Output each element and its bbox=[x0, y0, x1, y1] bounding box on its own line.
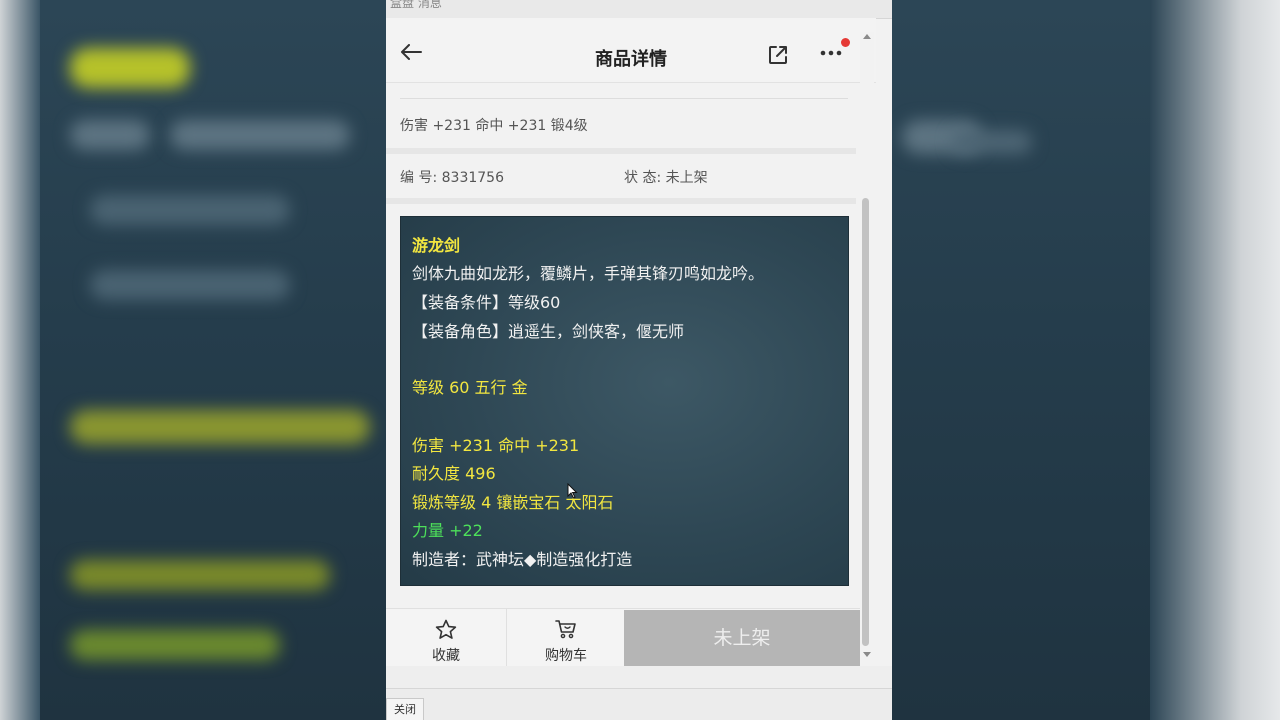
equip-requirement: 【装备条件】等级60 bbox=[412, 293, 561, 312]
window-footer: 关闭 bbox=[386, 688, 892, 720]
bg-blob bbox=[70, 120, 150, 150]
stats-card: 伤害 +231 命中 +231 锻4级 bbox=[386, 82, 856, 148]
item-stats-summary: 伤害 +231 命中 +231 锻4级 bbox=[400, 118, 588, 134]
item-bonus: 力量 +22 bbox=[412, 521, 483, 540]
item-status-label: 状 态: bbox=[624, 170, 662, 186]
item-id-value: 8331756 bbox=[441, 170, 504, 186]
page-title: 商品详情 bbox=[595, 49, 667, 70]
shopping-cart-icon bbox=[555, 620, 576, 639]
item-id: 编 号: 8331756 bbox=[400, 167, 504, 187]
background-right bbox=[892, 0, 1280, 720]
listing-status-button[interactable]: 未上架 bbox=[624, 610, 860, 667]
item-flavor-text: 剑体九曲如龙形，覆鳞片，手弹其锋刃鸣如龙吟。 bbox=[412, 264, 765, 283]
cart-label: 购物车 bbox=[545, 648, 587, 664]
navigation-bar: 商品详情 bbox=[386, 18, 876, 83]
description-section: 游龙剑 剑体九曲如龙形，覆鳞片，手弹其锋刃鸣如龙吟。 【装备条件】等级60 【装… bbox=[386, 204, 856, 600]
phone-panel: 盒盘 消息 伤害 +231 命中 +231 锻4级 编 号: 8331756 状… bbox=[386, 0, 892, 720]
window-top-text: 盒盘 消息 bbox=[390, 0, 442, 10]
bg-blob bbox=[170, 120, 350, 150]
bg-blob bbox=[70, 410, 370, 444]
favorite-label: 收藏 bbox=[432, 648, 460, 664]
scroll-down-arrow-icon[interactable] bbox=[863, 652, 871, 657]
bottom-spacer bbox=[386, 666, 892, 688]
mouse-cursor-icon bbox=[567, 483, 578, 499]
window-top-strip: 盒盘 消息 bbox=[386, 0, 892, 19]
item-maker: 制造者：武神坛◆制造强化打造 bbox=[412, 550, 633, 569]
item-info-row: 编 号: 8331756 状 态: 未上架 bbox=[386, 154, 856, 198]
notification-badge bbox=[841, 38, 850, 47]
item-status: 状 态: 未上架 bbox=[624, 167, 708, 187]
item-level-element: 等级 60 五行 金 bbox=[412, 378, 528, 397]
bg-blob bbox=[952, 130, 1032, 154]
favorite-button[interactable]: 收藏 bbox=[386, 609, 506, 667]
bottom-action-bar: 收藏 购物车 未上架 bbox=[386, 608, 860, 667]
item-id-label: 编 号: bbox=[400, 170, 438, 186]
item-description-box: 游龙剑 剑体九曲如龙形，覆鳞片，手弹其锋刃鸣如龙吟。 【装备条件】等级60 【装… bbox=[400, 216, 849, 586]
item-name: 游龙剑 bbox=[412, 236, 461, 255]
scrollbar-thumb[interactable] bbox=[862, 198, 869, 646]
scroll-up-arrow-icon[interactable] bbox=[863, 34, 871, 39]
bg-blob bbox=[70, 560, 330, 590]
bg-blob bbox=[90, 195, 290, 225]
item-durability: 耐久度 496 bbox=[412, 464, 496, 483]
item-forge: 锻炼等级 4 镶嵌宝石 太阳石 bbox=[412, 493, 614, 512]
cart-button[interactable]: 购物车 bbox=[506, 609, 625, 667]
star-icon bbox=[435, 619, 457, 639]
item-status-value: 未上架 bbox=[665, 170, 708, 186]
divider bbox=[400, 98, 848, 99]
bg-blob bbox=[70, 630, 280, 660]
close-button[interactable]: 关闭 bbox=[386, 698, 424, 720]
background-left bbox=[0, 0, 386, 720]
more-dots-icon[interactable] bbox=[820, 48, 846, 58]
bg-blob bbox=[70, 48, 190, 88]
bg-blob bbox=[90, 270, 290, 300]
item-attack: 伤害 +231 命中 +231 bbox=[412, 436, 580, 455]
external-link-icon[interactable] bbox=[767, 44, 789, 66]
equip-roles: 【装备角色】逍遥生，剑侠客，偃无师 bbox=[412, 322, 685, 341]
